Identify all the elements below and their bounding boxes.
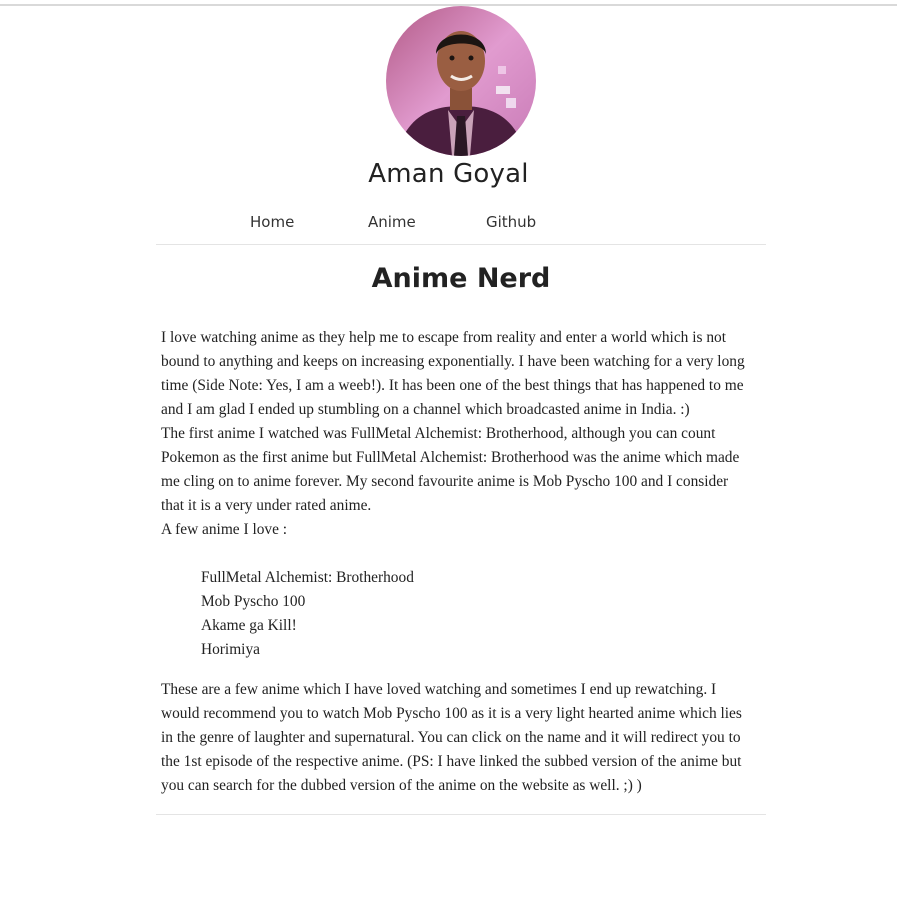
- first-anime-line: that it is a very under rated anime.: [161, 497, 372, 514]
- intro-paragraph: I love watching anime as they help me to…: [161, 326, 773, 542]
- anime-link-fmab[interactable]: FullMetal Alchemist: Brotherhood: [201, 569, 414, 586]
- intro-line: and I am glad I ended up stumbling on a …: [161, 401, 690, 418]
- anime-list: FullMetal Alchemist: Brotherhood Mob Pys…: [161, 566, 773, 662]
- list-intro: A few anime I love :: [161, 521, 288, 538]
- outro-line: would recommend you to watch Mob Pyscho …: [161, 705, 742, 722]
- anime-link-akame-ga-kill[interactable]: Akame ga Kill!: [201, 617, 297, 634]
- intro-line: time (Side Note: Yes, I am a weeb!). It …: [161, 377, 744, 394]
- top-border: [0, 4, 897, 6]
- first-anime-line: The first anime I watched was FullMetal …: [161, 425, 716, 442]
- nav-anime[interactable]: Anime: [368, 210, 416, 234]
- first-anime-line: Pokemon as the first anime but FullMetal…: [161, 449, 740, 466]
- list-item: FullMetal Alchemist: Brotherhood: [201, 566, 773, 590]
- divider-top: [156, 244, 766, 245]
- first-anime-line: me cling on to anime forever. My second …: [161, 473, 729, 490]
- profile-name: Aman Goyal: [368, 159, 529, 189]
- avatar: [386, 6, 536, 156]
- list-item: Mob Pyscho 100: [201, 590, 773, 614]
- nav-github[interactable]: Github: [486, 210, 536, 234]
- outro-line: the 1st episode of the respective anime.…: [161, 753, 742, 770]
- list-item: Akame ga Kill!: [201, 614, 773, 638]
- divider-bottom: [156, 814, 766, 815]
- anime-link-horimiya[interactable]: Horimiya: [201, 641, 260, 658]
- page-title: Anime Nerd: [371, 263, 551, 294]
- outro-line: in the genre of laughter and supernatura…: [161, 729, 741, 746]
- list-item: Horimiya: [201, 638, 773, 662]
- main-nav: Home Anime Github: [0, 210, 897, 234]
- intro-line: bound to anything and keeps on increasin…: [161, 353, 745, 370]
- article-content: I love watching anime as they help me to…: [161, 326, 773, 798]
- nav-home[interactable]: Home: [250, 210, 294, 234]
- anime-link-mob-psycho[interactable]: Mob Pyscho 100: [201, 593, 305, 610]
- outro-line: you can search for the dubbed version of…: [161, 777, 642, 794]
- intro-line: I love watching anime as they help me to…: [161, 329, 726, 346]
- outro-line: These are a few anime which I have loved…: [161, 681, 717, 698]
- outro-paragraph: These are a few anime which I have loved…: [161, 678, 773, 798]
